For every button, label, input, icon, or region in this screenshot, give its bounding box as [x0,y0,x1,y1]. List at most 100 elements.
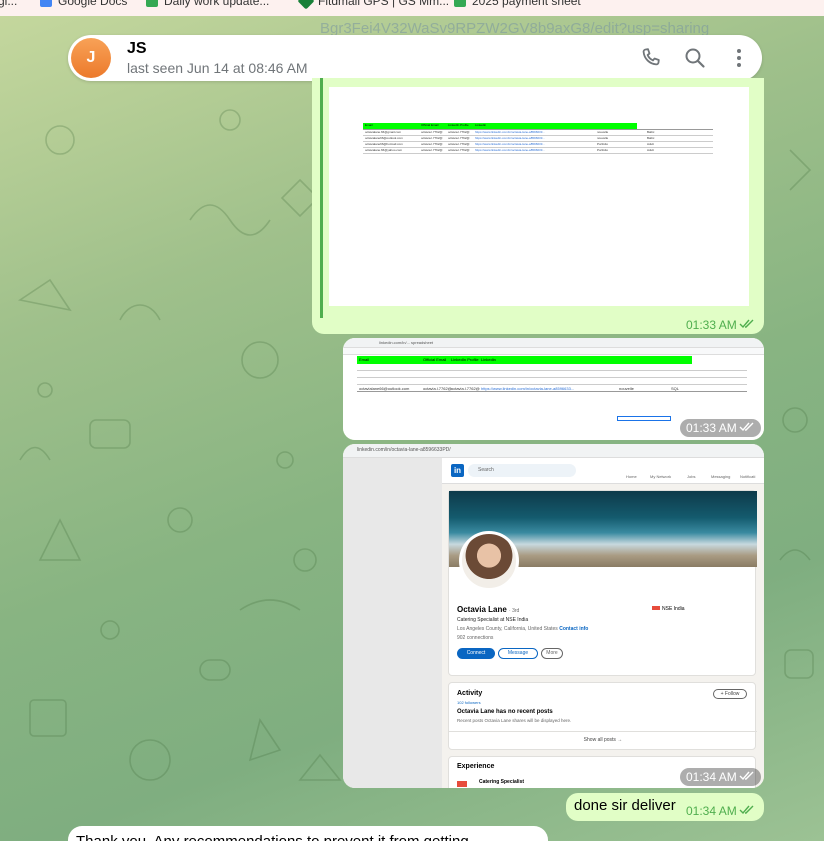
show-all-posts-link[interactable]: Show all posts → [449,737,757,743]
sheet-header-cell: Email [359,357,370,362]
message-time: 01:33 AM [686,318,755,332]
bookmark-item[interactable]: Google Docs [40,0,127,8]
avatar[interactable] [459,531,519,591]
browser-url: linkedin.com/in/... spreadsheet [379,340,434,345]
message-button[interactable]: Message [498,648,538,659]
nav-home[interactable]: Home [626,474,637,479]
sheet-cell: octavialane.66@gmail.com [365,130,402,134]
sheet-cell: octavia.l.7762@ [448,130,470,134]
message-time: 01:33 AM [680,419,761,437]
reply-accent-bar [320,78,323,318]
experience-title: Experience [457,763,495,770]
sheet-header-cell: LinkedIn Profile [448,123,469,127]
activity-desc: Recent posts Octavia Lane shares will be… [457,718,572,723]
profile-card: Octavia Lane · 3rd NSE India Catering Sp… [448,490,757,676]
message-time: 01:34 AM [680,768,761,786]
linkedin-logo-icon: in [451,464,464,477]
message-time: 01:34 AM [686,804,755,818]
sheet-link: https://www.linkedin.com/in/octavia-lane… [475,148,545,152]
contact-name[interactable]: JS [127,40,147,58]
connect-button[interactable]: Connect [457,648,495,659]
sheet-cell: Adult [647,142,654,146]
sheet-link: https://www.linkedin.com/in/octavia-lane… [475,142,545,146]
column-headers [343,348,764,355]
browser-url: linkedin.com/in/octavia-lane-a8596633PD/ [357,447,451,453]
table-row: octavialane.66@yahoo.com octavia.l.7762@… [363,148,713,154]
no-posts-text: Octavia Lane has no recent posts [457,709,553,715]
sheet-header-cell: Official Email [423,357,447,362]
nav-my-network[interactable]: My Network [650,474,671,479]
bookmark-label: gi... [0,0,18,8]
last-seen-status: last seen Jun 14 at 08:46 AM [127,60,308,76]
phone-icon[interactable] [639,46,663,70]
sheet-header-cell: Linkedin [475,123,487,127]
follow-button[interactable]: + Follow [713,689,747,699]
sheet-cell: nouvelle [597,130,609,134]
message-text: done sir deliver [574,797,676,814]
chat-header: J JS last seen Jun 14 at 08:46 AM [68,35,762,81]
sheet-cell: Baltic [647,130,655,134]
bookmark-item[interactable]: gi... [0,0,17,8]
message-text: Thank you. Any recommendations to preven… [76,833,469,841]
double-check-icon [739,422,754,432]
sheet-cell: octavia.l.7762@ [448,148,470,152]
spreadsheet-screenshot[interactable]: Email Official Email LinkedIn Profile Li… [329,87,749,306]
sheet-header-cell: Email [365,123,373,127]
connections-count: 902 connections [457,635,494,641]
sheet-cell: octavia.l.7762@ [421,130,443,134]
sheet-header-row: Email Official Email LinkedIn Profile Li… [357,356,692,364]
followers-count[interactable]: 102 followers [457,700,481,705]
shield-icon [297,0,315,10]
sheet-cell: octavia.l.7762@ [421,136,443,140]
linkedin-nav: in Search Home My Network Jobs Messaging… [442,458,764,484]
contact-info-link[interactable]: Contact info [559,626,588,632]
sheet-cell: octavialane66@outlook.com [359,386,410,391]
sheet-cell: nouvelle [619,386,634,391]
nav-messaging[interactable]: Messaging [711,474,730,479]
message-bubble-incoming[interactable]: Thank you. Any recommendations to preven… [68,826,548,841]
message-bubble-image[interactable]: linkedin.com/in/... spreadsheet Email Of… [343,338,764,440]
sheet-grid: octavialane66@outlook.com octavia.l.7762… [357,364,747,394]
profile-headline: Catering Specialist at NSE India [457,617,529,623]
more-vertical-icon[interactable] [727,46,751,70]
search-placeholder: Search [478,467,494,473]
sheet-cell: Portfolio [597,142,609,146]
search-icon[interactable] [683,46,707,70]
sheet-grid: octavialane.66@gmail.com octavia.l.7762@… [363,129,713,154]
avatar[interactable]: J [71,38,111,78]
bookmark-item[interactable]: Daily work update... [146,0,269,8]
sheet-link: https://www.linkedin.com/in/octavia-lane… [475,136,545,140]
browser-bar: linkedin.com/in/... spreadsheet [343,338,764,348]
sheet-cell: octavialane66@hotmail.com [365,142,403,146]
sheet-cell: octavia.l.7762@ [421,142,443,146]
more-button[interactable]: More [541,648,563,659]
search-input[interactable]: Search [468,464,576,477]
company-logo-icon [457,781,467,787]
double-check-icon [739,805,754,815]
bookmark-label: Google Docs [58,0,128,8]
message-bubble-text[interactable]: done sir deliver 01:34 AM [566,793,764,821]
profile-location: Los Angeles County, California, United S… [457,626,589,632]
bookmark-item[interactable]: 2025 payment sheet [454,0,581,8]
linkedin-profile-screenshot[interactable]: linkedin.com/in/octavia-lane-a8596633PD/… [343,444,764,788]
sheet-cell: octavialane.66@yahoo.com [365,148,403,152]
docs-icon [40,0,52,7]
sheet-cell: SQL [671,386,680,391]
sheets-icon [146,0,158,7]
experience-item: Catering Specialist [479,779,525,785]
company-label[interactable]: NSE India [652,606,685,612]
nav-jobs[interactable]: Jobs [687,474,695,479]
bookmark-label: Daily work update... [164,0,270,8]
bookmark-item[interactable]: Fitdmail GPS | GS Mm... [297,0,449,10]
sheet-cell: octavialane66@outlook.com [365,136,403,140]
message-bubble-image[interactable]: linkedin.com/in/octavia-lane-a8596633PD/… [343,444,764,788]
sheet-header-cell: Linkedin [481,357,496,362]
sheet-cell: nouvelle [597,136,609,140]
browser-bookmarks-bar: gi... Google Docs Daily work update... F… [0,0,824,16]
message-bubble-image[interactable]: Email Official Email LinkedIn Profile Li… [312,78,764,334]
sheets-icon [454,0,466,7]
sheet-link: https://www.linkedin.com/in/octavia-lane… [475,130,545,134]
sheet-cell: octavia.l.7762@ [451,386,480,391]
sheet-link: https://www.linkedin.com/in/octavia-lane… [481,386,575,391]
nav-notifications[interactable]: Notificati [740,474,755,479]
